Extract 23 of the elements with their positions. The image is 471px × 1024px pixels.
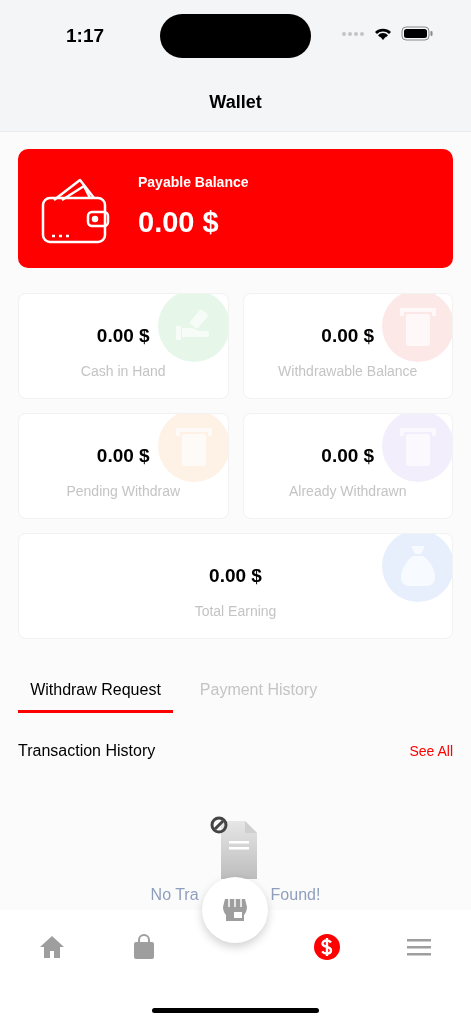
balance-amount: 0.00 $ xyxy=(138,205,220,241)
stat-amount: 0.00 $ xyxy=(96,444,150,468)
signal-icon xyxy=(341,30,365,37)
balance-label: Payable Balance xyxy=(138,173,249,193)
stat-label: Withdrawable Balance xyxy=(278,361,418,381)
empty-message: Found! xyxy=(270,885,321,905)
stat-amount: 0.00 $ xyxy=(209,564,262,588)
stat-label: Cash in Hand xyxy=(80,361,166,381)
page-title: Wallet xyxy=(208,91,263,114)
status-time: 1:17 xyxy=(66,23,106,48)
stat-amount: 0.00 $ xyxy=(321,324,375,348)
stat-label: Total Earning xyxy=(194,601,277,621)
see-all-link[interactable]: See All xyxy=(409,740,453,762)
stat-label: Already Withdrawn xyxy=(289,481,407,501)
stat-amount: 0.00 $ xyxy=(321,444,375,468)
empty-message: No Tra xyxy=(150,885,199,905)
store-icon[interactable] xyxy=(202,877,268,943)
wifi-icon xyxy=(373,26,393,41)
tab[interactable]: Withdraw Request xyxy=(18,669,173,713)
section-title: Transaction History xyxy=(18,741,156,761)
stat-amount: 0.00 $ xyxy=(96,324,150,348)
battery-icon xyxy=(401,26,433,41)
stat-label: Pending Withdraw xyxy=(66,481,181,501)
